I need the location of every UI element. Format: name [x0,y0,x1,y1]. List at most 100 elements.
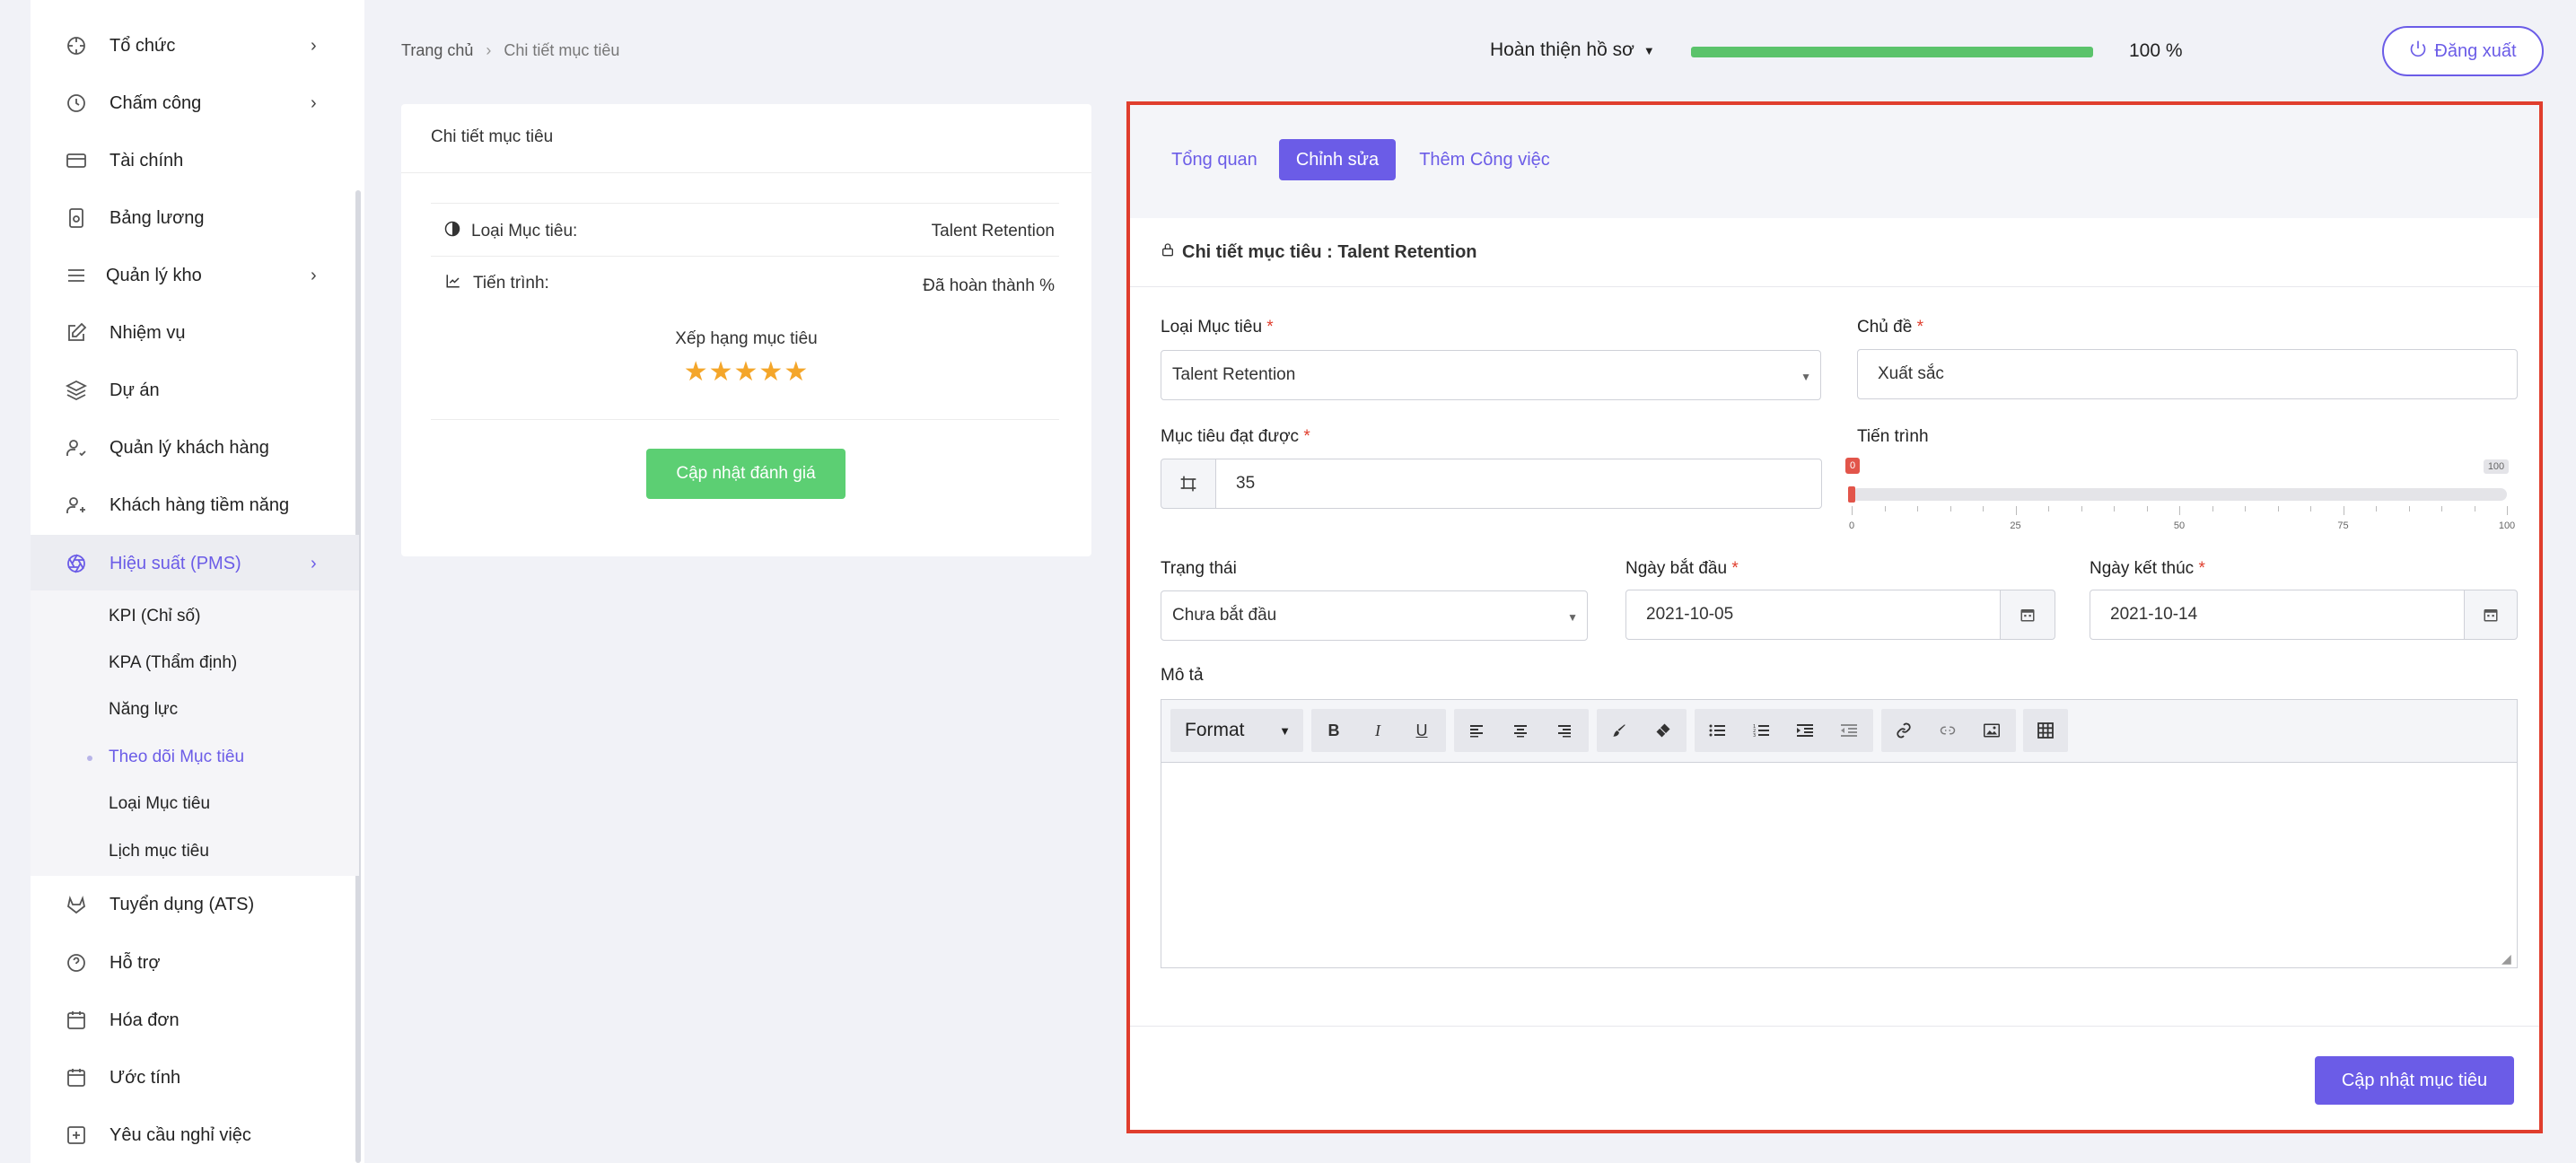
submenu-item-competency[interactable]: Năng lực [109,700,178,720]
align-left-icon[interactable] [1459,709,1494,752]
link-icon[interactable] [1886,709,1922,752]
goal-type-label: Loại Mục tiêu: [471,222,578,240]
sidebar-item-recruitment[interactable]: Tuyển dụng (ATS) [31,876,359,933]
crop-icon [1161,459,1216,509]
crosshair-icon [65,34,88,57]
slider-value-bubble: 0 [1845,458,1860,474]
end-date-input[interactable]: 2021-10-14 [2090,590,2465,640]
sidebar-item-performance[interactable]: Hiệu suất (PMS) › [31,535,359,592]
sidebar-item-resignation[interactable]: Yêu cầu nghỉ việc [31,1106,359,1163]
progress-slider-handle[interactable] [1848,486,1855,503]
start-date-input[interactable]: 2021-10-05 [1625,590,2001,640]
sidebar-item-tasks[interactable]: Nhiệm vụ [31,304,359,362]
divider [1130,286,2539,287]
indent-icon[interactable] [1787,709,1823,752]
plus-square-icon [65,1124,88,1147]
sidebar-item-estimates[interactable]: Ước tính [31,1049,359,1106]
outdent-icon[interactable] [1831,709,1867,752]
star-rating[interactable]: ★★★★★ [401,356,1091,388]
sidebar-item-timekeeping[interactable]: Chấm công › [31,74,359,132]
update-rating-button[interactable]: Cập nhật đánh giá [646,449,846,499]
goal-type-select[interactable]: Talent Retention ▼ [1161,350,1821,400]
tab-add-task[interactable]: Thêm Công việc [1410,139,1559,180]
bold-icon[interactable]: B [1316,709,1352,752]
format-dropdown[interactable]: Format ▼ [1170,709,1303,752]
start-date-field-label: Ngày bắt đầu * [1625,559,1739,578]
subject-input[interactable]: Xuất sắc [1857,349,2518,399]
divider [1130,1026,2539,1027]
sidebar-item-label: Khách hàng tiềm năng [110,494,290,515]
chevron-right-icon: › [311,553,317,573]
logout-button[interactable]: Đăng xuất [2382,26,2544,76]
slider-tick [2245,506,2246,512]
align-right-icon[interactable] [1546,709,1582,752]
achieved-input[interactable]: 35 [1215,459,1822,509]
sidebar-item-invoices[interactable]: Hóa đơn [31,992,359,1049]
sidebar-item-projects[interactable]: Dự án [31,362,359,419]
divider [431,203,1059,204]
calendar-icon [65,1066,88,1089]
submenu-item-goal-calendar[interactable]: Lịch mục tiêu [109,842,209,861]
goal-type-row: Loại Mục tiêu: Talent Retention [444,221,1055,242]
underline-icon[interactable]: U [1404,709,1440,752]
submenu-item-goal-types[interactable]: Loại Mục tiêu [109,794,210,814]
numbered-list-icon[interactable]: 123 [1743,709,1779,752]
bullet-list-icon[interactable] [1699,709,1735,752]
start-date-calendar-icon[interactable] [2000,590,2055,640]
aperture-icon [65,552,88,575]
sidebar-item-label: Hỗ trợ [110,952,161,973]
update-goal-button[interactable]: Cập nhật mục tiêu [2315,1056,2514,1105]
sidebar-item-finance[interactable]: Tài chính [31,132,359,189]
tab-edit[interactable]: Chỉnh sửa [1279,139,1396,180]
progress-slider-track[interactable] [1852,488,2507,501]
active-dot-icon [87,756,92,761]
submenu-item-kpi[interactable]: KPI (Chỉ số) [109,607,200,626]
sidebar-item-label: Tuyển dụng (ATS) [110,894,255,914]
achieved-input-value: 35 [1236,474,1256,493]
end-date-calendar-icon[interactable] [2464,590,2518,640]
breadcrumb-current: Chi tiết mục tiêu [504,41,620,59]
progress-field-label: Tiến trình [1857,427,1929,446]
chevron-right-icon: › [311,265,317,285]
sidebar-item-label: Quản lý kho [106,265,202,285]
text-color-brush-icon[interactable] [1601,709,1637,752]
sidebar-item-inventory[interactable]: Quản lý kho › [31,247,359,304]
progress-row: Tiến trình: Đã hoàn thành % [444,271,1055,296]
table-icon[interactable] [2028,709,2063,752]
editor-content-area[interactable] [1161,764,2517,967]
sidebar-item-label: Tổ chức [110,35,176,56]
resize-grip-icon[interactable]: ◢ [2502,952,2514,965]
edit-icon [65,321,88,345]
background-brush-icon[interactable] [1645,709,1681,752]
breadcrumb: Trang chủ › Chi tiết mục tiêu [401,41,619,60]
slider-tick [2212,506,2213,512]
unlink-icon[interactable] [1930,709,1966,752]
divider [431,419,1059,420]
align-center-icon[interactable] [1503,709,1538,752]
sidebar-item-support[interactable]: Hỗ trợ [31,934,359,992]
slider-tick [1917,506,1918,512]
submenu-item-goal-tracking[interactable]: Theo dõi Mục tiêu [109,748,244,767]
italic-icon[interactable]: I [1360,709,1396,752]
slider-tick [2408,506,2410,512]
chevron-right-icon: › [311,92,317,113]
status-field-label: Trạng thái [1161,559,1237,578]
breadcrumb-home[interactable]: Trang chủ [401,41,473,60]
tab-overview[interactable]: Tổng quan [1164,139,1265,180]
sidebar-item-payroll[interactable]: Bảng lương [31,189,359,247]
profile-completion-dropdown[interactable]: Hoàn thiện hồ sơ ▼ [1490,39,1655,61]
sidebar-item-leads[interactable]: Khách hàng tiềm năng [31,477,359,534]
submenu-item-kpa[interactable]: KPA (Thẩm định) [109,653,237,673]
sidebar-item-organization[interactable]: Tổ chức › [31,17,359,74]
sidebar-item-label: Hóa đơn [110,1010,180,1030]
progress-value: Đã hoàn thành % [923,276,1055,295]
achieved-field-label: Mục tiêu đạt được * [1161,427,1310,446]
select-arrow-icon: ▼ [1567,611,1578,624]
goal-type-field-label: Loại Mục tiêu * [1161,318,1274,337]
svg-text:3: 3 [1753,733,1756,738]
status-select[interactable]: Chưa bắt đầu ▼ [1161,590,1588,641]
sidebar-item-clients[interactable]: Quản lý khách hàng [31,419,359,477]
slider-tick [1950,506,1951,512]
image-icon[interactable] [1974,709,2010,752]
breadcrumb-separator: › [486,41,492,59]
